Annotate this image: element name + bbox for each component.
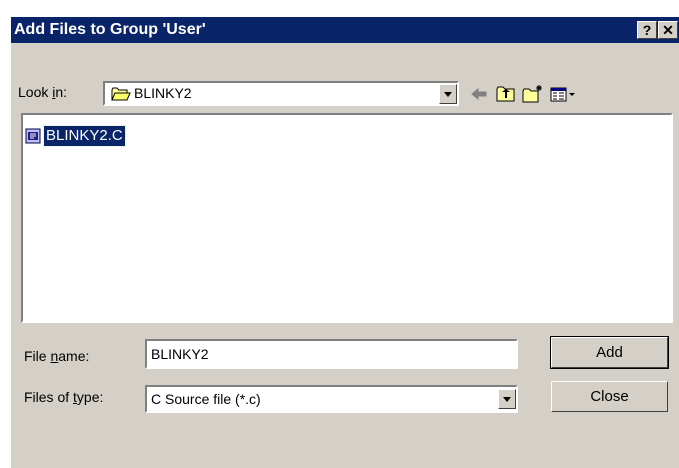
back-button[interactable] [468,83,492,105]
files-of-type-combo[interactable]: C Source file (*.c) [145,385,518,413]
chevron-down-icon [503,397,511,402]
back-arrow-icon [468,87,492,109]
folder-icon [111,86,131,107]
files-of-type-dropdown-button[interactable] [498,389,516,409]
chevron-down-icon [444,92,452,97]
look-in-value: BLINKY2 [134,85,192,101]
help-button[interactable]: ? [637,21,657,39]
file-name-value: BLINKY2 [151,346,209,362]
close-window-button[interactable]: ✕ [658,21,678,39]
title-bar[interactable]: Add Files to Group 'User' ? ✕ [11,17,679,43]
view-menu-icon [548,87,578,109]
up-one-level-button[interactable] [494,83,518,105]
file-name-label-text: File name: [24,348,90,364]
view-menu-button[interactable] [548,83,578,105]
c-source-file-icon [25,128,41,149]
file-name-label: BLINKY2.C [43,125,126,147]
add-button[interactable]: Add [550,336,669,369]
look-in-combo[interactable]: BLINKY2 [103,81,459,106]
look-in-label: Look in: [18,84,68,100]
add-files-dialog: Add Files to Group 'User' ? ✕ Look in: B… [10,16,679,468]
close-button[interactable]: Close [551,381,668,412]
new-folder-icon [521,85,545,109]
files-of-type-value: C Source file (*.c) [151,391,261,407]
look-in-dropdown-button[interactable] [439,84,457,104]
file-name-field[interactable]: BLINKY2 [145,339,518,369]
files-of-type-label: Files of type: [24,389,104,405]
create-new-folder-button[interactable] [521,83,545,105]
dialog-title: Add Files to Group 'User' [14,21,206,38]
up-folder-icon [494,86,518,109]
